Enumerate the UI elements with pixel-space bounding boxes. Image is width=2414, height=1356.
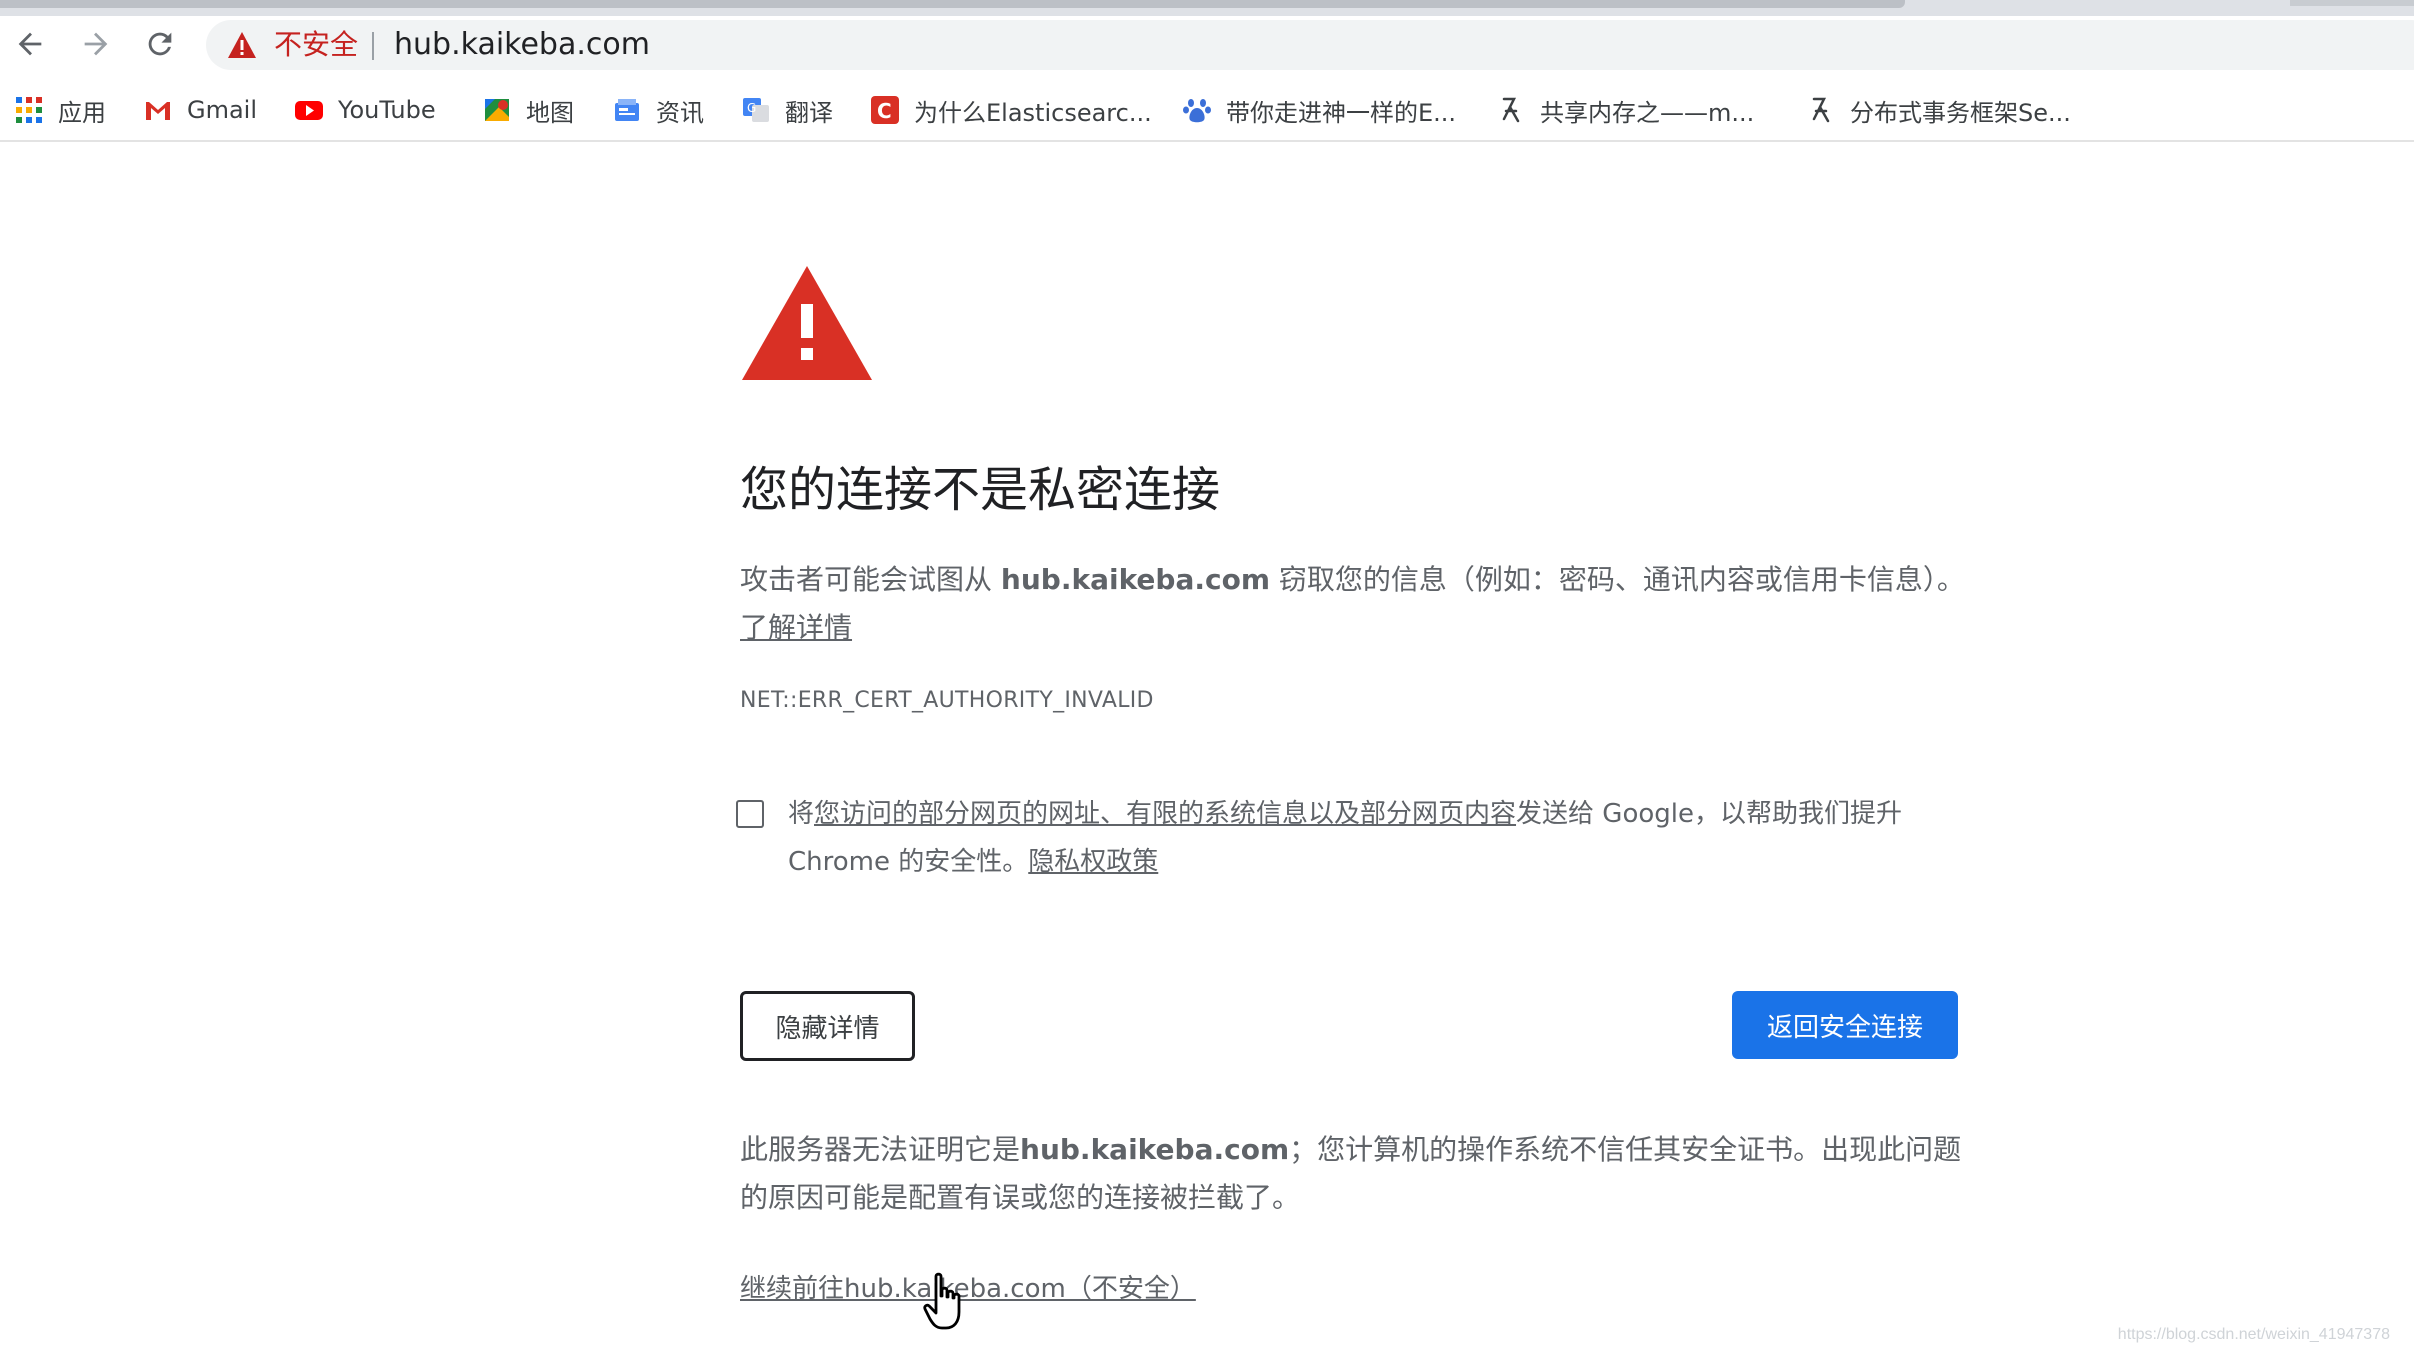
apps-grid-icon <box>16 97 42 123</box>
bookmark-youtube[interactable]: YouTube <box>294 90 436 130</box>
omnibox-divider <box>372 32 374 60</box>
watermark: https://blog.csdn.net/weixin_41947378 <box>2117 1326 2390 1343</box>
bookmark-label: Gmail <box>187 96 258 124</box>
back-arrow-icon <box>18 32 42 56</box>
bookmark-baidu[interactable]: 带你走进神一样的E... <box>1182 90 1456 130</box>
svg-text:G: G <box>747 101 756 115</box>
gmail-icon <box>146 102 170 120</box>
checkbox-prefix: 将 <box>788 799 815 829</box>
bookmark-label: 地图 <box>526 98 574 127</box>
not-secure-label[interactable]: 不安全 <box>274 27 358 63</box>
bookmark-elasticsearch[interactable]: C 为什么Elasticsearc... <box>870 90 1152 130</box>
privacy-policy-link[interactable]: 隐私权政策 <box>1028 847 1158 877</box>
tab-edge <box>2290 0 2414 6</box>
bookmark-label: 翻译 <box>785 98 833 127</box>
youtube-icon <box>295 101 323 120</box>
reload-button[interactable] <box>136 20 184 68</box>
hand-cursor-icon <box>923 1272 961 1330</box>
bookmark-figure-icon <box>1812 97 1830 123</box>
error-code[interactable]: NET::ERR_CERT_AUTHORITY_INVALID <box>740 686 1154 716</box>
translate-icon: G <box>743 98 769 122</box>
detail-prefix: 此服务器无法证明它是 <box>740 1133 1021 1166</box>
report-details-link[interactable]: 您访问的部分网页的网址、有限的系统信息以及部分网页内容 <box>814 799 1516 829</box>
bookmark-maps[interactable]: 地图 <box>482 90 574 130</box>
bookmark-apps[interactable]: 应用 <box>14 90 106 130</box>
back-button[interactable] <box>6 20 54 68</box>
bookmark-label: 带你走进神一样的E... <box>1226 98 1457 127</box>
bookmark-label: 共享内存之——m... <box>1540 98 1755 127</box>
news-icon <box>615 99 639 121</box>
bookmark-label: YouTube <box>338 96 436 124</box>
bookmark-label: 资讯 <box>656 98 704 127</box>
csdn-icon: C <box>871 96 899 124</box>
tab-strip <box>0 0 2414 16</box>
checkbox-label: 将您访问的部分网页的网址、有限的系统信息以及部分网页内容发送给 Google，以… <box>788 790 1988 886</box>
desc-suffix: 窃取您的信息（例如：密码、通讯内容或信用卡信息）。 <box>1270 563 1965 596</box>
bookmark-news[interactable]: 资讯 <box>612 90 704 130</box>
browser-toolbar: 不安全 hub.kaikeba.com <box>0 16 2414 72</box>
bookmark-label: 应用 <box>58 98 106 127</box>
svg-text:C: C <box>877 99 892 123</box>
bookmark-label: 为什么Elasticsearc... <box>914 98 1152 127</box>
desc-prefix: 攻击者可能会试图从 <box>740 563 1001 596</box>
details-message: 此服务器无法证明它是hub.kaikeba.com；您计算机的操作系统不信任其安… <box>740 1126 1980 1222</box>
warning-triangle-icon <box>742 266 872 380</box>
page-title: 您的连接不是私密连接 <box>740 462 1221 518</box>
bookmark-gmail[interactable]: Gmail <box>143 90 257 130</box>
bookmarks-bar: 应用 Gmail YouTube 地图 资讯 G 翻译 C 为什么Elastic… <box>0 80 2414 142</box>
bookmark-figure-icon <box>1502 97 1520 123</box>
active-tab-edge[interactable] <box>0 0 1905 8</box>
main-message: 攻击者可能会试图从 hub.kaikeba.com 窃取您的信息（例如：密码、通… <box>740 556 1970 652</box>
hide-details-button[interactable]: 隐藏详情 <box>740 991 915 1061</box>
not-secure-warning-icon[interactable] <box>226 30 258 60</box>
back-to-safety-button[interactable]: 返回安全连接 <box>1732 991 1958 1059</box>
paw-icon <box>1183 99 1211 123</box>
bookmark-label: 分布式事务框架Se... <box>1850 98 2071 127</box>
desc-host: hub.kaikeba.com <box>1000 563 1271 596</box>
bookmark-distributed-tx[interactable]: 分布式事务框架Se... <box>1806 90 2071 130</box>
learn-more-link[interactable]: 了解详情 <box>740 611 852 644</box>
detail-host: hub.kaikeba.com <box>1020 1133 1290 1166</box>
bookmark-shared-memory[interactable]: 共享内存之——m... <box>1496 90 1754 130</box>
bookmark-translate[interactable]: G 翻译 <box>741 90 833 130</box>
maps-icon <box>485 99 509 121</box>
proceed-unsafe-link[interactable]: 继续前往hub.kaikeba.com（不安全） <box>740 1270 1196 1308</box>
address-bar[interactable]: 不安全 hub.kaikeba.com <box>206 20 2414 70</box>
forward-arrow-icon <box>84 32 108 56</box>
url-text[interactable]: hub.kaikeba.com <box>394 27 650 63</box>
forward-button[interactable] <box>72 20 120 68</box>
reload-icon <box>148 32 172 56</box>
send-report-checkbox[interactable] <box>736 800 764 828</box>
